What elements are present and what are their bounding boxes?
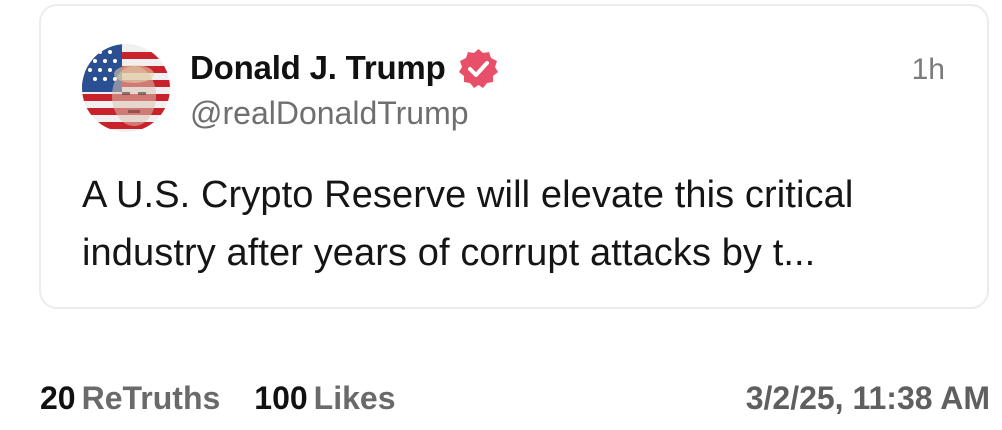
flag-portrait-icon [82,44,170,132]
likes-stat[interactable]: 100 Likes [254,376,395,420]
avatar[interactable] [82,44,170,132]
verified-badge-icon [457,47,500,90]
retruths-count: 20 [40,380,76,416]
author-handle[interactable]: @realDonaldTrump [190,93,469,133]
post-text-line: A U.S. Crypto Reserve will elevate this … [82,174,854,216]
post-time-ago: 1h [911,53,945,86]
post-stats: 20 ReTruths 100 Likes [40,376,396,420]
post-text[interactable]: A U.S. Crypto Reserve will elevate this … [82,166,962,282]
post-text-line: industry after years of corrupt attacks … [82,232,816,274]
likes-label: Likes [313,380,396,416]
post-card[interactable]: Donald J. Trump @realDonaldTrump 1h A U.… [39,4,989,309]
likes-count: 100 [254,380,308,416]
retruths-label: ReTruths [81,380,221,416]
author-name[interactable]: Donald J. Trump [190,46,500,90]
retruths-stat[interactable]: 20 ReTruths [40,376,220,420]
post-timestamp: 3/2/25, 11:38 AM [745,380,990,416]
author-name-text[interactable]: Donald J. Trump [190,46,446,90]
